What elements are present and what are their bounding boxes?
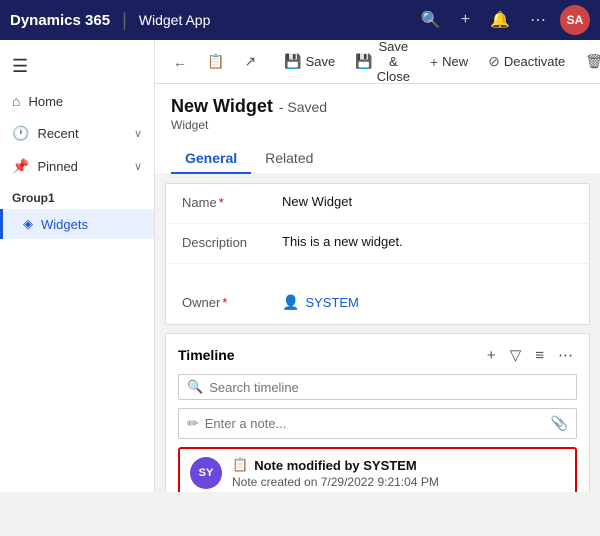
copy-icon: 📋: [207, 53, 224, 70]
widgets-label: Widgets: [41, 217, 88, 232]
sidebar-item-widgets[interactable]: ◈ Widgets: [0, 209, 154, 239]
search-icon[interactable]: 🔍: [415, 10, 447, 30]
recent-label: Recent: [37, 126, 78, 141]
new-button[interactable]: + New: [422, 50, 476, 74]
top-nav: Dynamics 365 | Widget App 🔍 + 🔔 ⋯ SA: [0, 0, 600, 40]
home-label: Home: [28, 94, 63, 109]
page-subtitle: Widget: [171, 118, 584, 132]
new-icon: +: [430, 54, 438, 70]
recent-chevron-icon: ∨: [134, 127, 142, 140]
nav-separator: |: [122, 10, 127, 31]
owner-person-icon: 👤: [282, 294, 299, 311]
sidebar-item-recent[interactable]: 🕐 Recent ∨: [0, 117, 154, 150]
share-button[interactable]: ↗: [236, 49, 264, 74]
note-input[interactable]: [205, 416, 545, 431]
timeline-more-button[interactable]: ⋯: [554, 344, 577, 366]
name-value[interactable]: New Widget: [282, 194, 573, 209]
description-field-row: Description This is a new widget.: [166, 224, 589, 264]
timeline-actions: + ▽ ≡ ⋯: [483, 344, 577, 366]
owner-label: Owner*: [182, 294, 282, 310]
timeline-search-bar[interactable]: 🔍: [178, 374, 577, 400]
toolbar: ← 📋 ↗ 💾 Save 💾 Save & Close + New: [155, 40, 600, 84]
delete-button[interactable]: 🗑 Delete: [577, 49, 600, 74]
copy-button[interactable]: 📋: [199, 49, 232, 74]
pinned-chevron-icon: ∨: [134, 160, 142, 173]
save-icon: 💾: [284, 53, 301, 70]
owner-field-row: Owner* 👤 SYSTEM: [166, 284, 589, 324]
timeline-item-header: 📋 Note modified by SYSTEM: [232, 457, 501, 473]
attach-icon[interactable]: 📎: [551, 415, 568, 432]
save-close-label: Save & Close: [377, 40, 410, 84]
timeline-item-body: *WEB*: [232, 491, 501, 492]
timeline-add-button[interactable]: +: [483, 344, 500, 366]
sidebar: ☰ ⌂ Home 🕐 Recent ∨ 📌 Pinned ∨ Group1 ◈ …: [0, 40, 155, 492]
timeline-filter-button[interactable]: ▽: [506, 344, 526, 366]
deactivate-button[interactable]: ⊘ Deactivate: [480, 49, 573, 74]
sidebar-group-label: Group1: [0, 183, 154, 209]
name-label: Name*: [182, 194, 282, 210]
timeline-title: Timeline: [178, 347, 483, 363]
save-label: Save: [306, 54, 336, 69]
app-name-label: Widget App: [139, 12, 211, 28]
owner-required: *: [222, 295, 227, 310]
name-field-row: Name* New Widget: [166, 184, 589, 224]
timeline-section: Timeline + ▽ ≡ ⋯ 🔍 ✏ 📎 SY: [165, 333, 590, 492]
sidebar-item-home[interactable]: ⌂ Home: [0, 85, 154, 117]
home-icon: ⌂: [12, 93, 20, 109]
pinned-label: Pinned: [37, 159, 77, 174]
timeline-item-title: Note modified by SYSTEM: [254, 458, 417, 473]
description-value[interactable]: This is a new widget.: [282, 234, 573, 249]
hamburger-button[interactable]: ☰: [0, 48, 154, 85]
pin-icon: 📌: [12, 158, 29, 175]
page-header: New Widget - Saved Widget General Relate…: [155, 84, 600, 173]
add-icon[interactable]: +: [455, 11, 476, 29]
timeline-header: Timeline + ▽ ≡ ⋯: [178, 344, 577, 366]
brand-label: Dynamics 365: [10, 12, 110, 29]
timeline-item-date: Note created on 7/29/2022 9:21:04 PM: [232, 475, 501, 489]
widget-icon: ◈: [23, 216, 33, 232]
back-icon: ←: [173, 54, 187, 70]
name-required: *: [219, 195, 224, 210]
share-icon: ↗: [244, 53, 256, 70]
timeline-search-icon: 🔍: [187, 379, 203, 395]
main-content: ← 📋 ↗ 💾 Save 💾 Save & Close + New: [155, 40, 600, 492]
tab-related[interactable]: Related: [251, 144, 327, 174]
save-close-icon: 💾: [355, 53, 372, 70]
new-label: New: [442, 54, 468, 69]
timeline-list-button[interactable]: ≡: [531, 344, 548, 366]
recent-icon: 🕐: [12, 125, 29, 142]
timeline-note-area[interactable]: ✏ 📎: [178, 408, 577, 439]
form-section: Name* New Widget Description This is a n…: [165, 183, 590, 325]
note-list-icon: 📋: [232, 457, 248, 473]
delete-icon: 🗑: [585, 53, 600, 70]
timeline-item-time: 5:21 PM ∨: [511, 457, 565, 492]
page-tabs: General Related: [171, 144, 584, 173]
tab-general[interactable]: General: [171, 144, 251, 174]
saved-indicator: - Saved: [279, 99, 327, 115]
more-options-icon[interactable]: ⋯: [524, 10, 552, 30]
avatar[interactable]: SA: [560, 5, 590, 35]
timeline-item-content: 📋 Note modified by SYSTEM Note created o…: [232, 457, 501, 492]
owner-value[interactable]: 👤 SYSTEM: [282, 294, 573, 311]
bell-icon[interactable]: 🔔: [484, 10, 516, 30]
timeline-item: SY 📋 Note modified by SYSTEM Note create…: [178, 447, 577, 492]
save-button[interactable]: 💾 Save: [276, 49, 343, 74]
back-button[interactable]: ←: [165, 50, 195, 74]
sidebar-item-pinned[interactable]: 📌 Pinned ∨: [0, 150, 154, 183]
deactivate-icon: ⊘: [488, 53, 500, 70]
note-pen-icon: ✏: [187, 415, 199, 432]
timeline-avatar: SY: [190, 457, 222, 489]
description-label: Description: [182, 234, 282, 250]
page-title: New Widget: [171, 96, 273, 117]
save-close-button[interactable]: 💾 Save & Close: [347, 40, 418, 88]
main-layout: ☰ ⌂ Home 🕐 Recent ∨ 📌 Pinned ∨ Group1 ◈ …: [0, 40, 600, 492]
deactivate-label: Deactivate: [504, 54, 565, 69]
timeline-search-input[interactable]: [209, 380, 568, 395]
